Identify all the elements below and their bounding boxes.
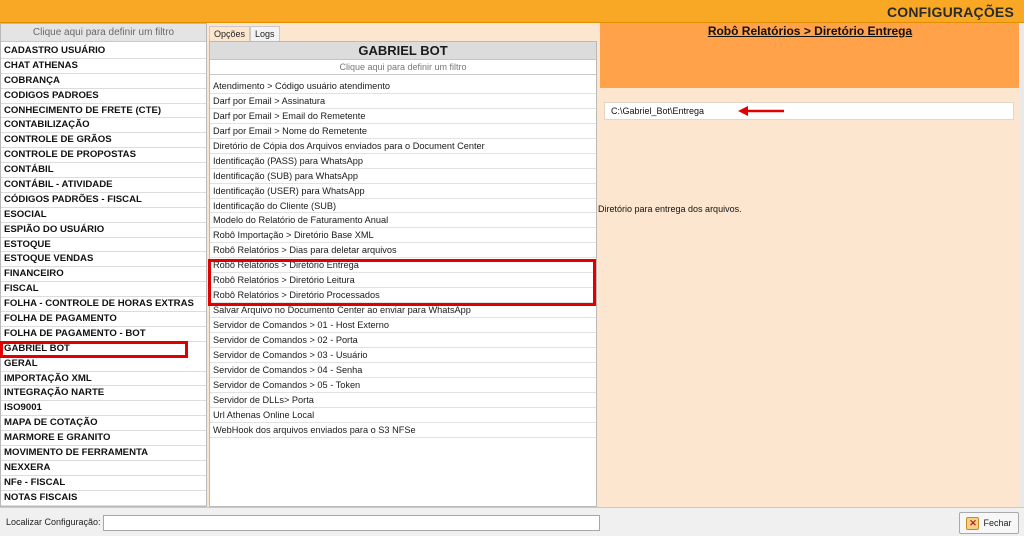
category-item[interactable]: MARMORE E GRANITO	[1, 431, 206, 447]
category-item[interactable]: CONTABILIZAÇÃO	[1, 118, 206, 134]
option-item[interactable]: Servidor de DLLs> Porta	[210, 393, 596, 408]
search-input[interactable]	[103, 515, 600, 531]
category-item[interactable]: COBRANÇA	[1, 74, 206, 89]
category-panel: Clique aqui para definir um filtro CADAS…	[0, 23, 207, 507]
option-item[interactable]: Identificação (SUB) para WhatsApp	[210, 169, 596, 184]
options-header: GABRIEL BOT	[210, 42, 596, 60]
option-item[interactable]: Robô Relatórios > Diretório Processados	[210, 288, 596, 304]
category-item[interactable]: ESPIÃO DO USUÁRIO	[1, 223, 206, 238]
category-item[interactable]: FOLHA DE PAGAMENTO	[1, 312, 206, 327]
category-item[interactable]: CHAT ATHENAS	[1, 59, 206, 74]
option-item[interactable]: Modelo do Relatório de Faturamento Anual	[210, 213, 596, 229]
tab-logs[interactable]: Logs	[250, 26, 280, 42]
title-bar: CONFIGURAÇÕES	[0, 0, 1024, 23]
category-item[interactable]: IMPORTAÇÃO XML	[1, 372, 206, 387]
option-item[interactable]: Identificação (PASS) para WhatsApp	[210, 154, 596, 169]
option-item[interactable]: Servidor de Comandos > 03 - Usuário	[210, 348, 596, 363]
search-label: Localizar Configuração:	[6, 517, 101, 527]
category-item[interactable]: ESTOQUE	[1, 238, 206, 253]
category-item[interactable]: CADASTRO USUÁRIO	[1, 44, 206, 59]
tab-bar: Opções Logs	[209, 24, 280, 42]
option-item[interactable]: Robô Relatórios > Diretório Entrega	[210, 258, 596, 274]
option-item[interactable]: Atendimento > Código usuário atendimento	[210, 79, 596, 94]
red-arrow-left-icon	[738, 106, 784, 116]
scrollbar[interactable]	[1019, 23, 1024, 507]
category-item[interactable]: ESTOQUE VENDAS	[1, 252, 206, 268]
category-item[interactable]: ISO9001	[1, 401, 206, 417]
option-item[interactable]: Darf por Email > Assinatura	[210, 94, 596, 109]
category-item[interactable]: NEXXERA	[1, 461, 206, 476]
category-item[interactable]: FISCAL	[1, 282, 206, 298]
detail-header: Robô Relatórios > Diretório Entrega	[600, 23, 1020, 88]
category-item[interactable]: MAPA DE COTAÇÃO	[1, 416, 206, 432]
option-item[interactable]: Servidor de Comandos > 01 - Host Externo	[210, 318, 596, 333]
close-button[interactable]: ✕ Fechar	[959, 512, 1019, 534]
option-item[interactable]: Servidor de Comandos > 05 - Token	[210, 378, 596, 393]
category-item[interactable]: CONTROLE DE GRÃOS	[1, 133, 206, 149]
category-item[interactable]: MOVIMENTO DE FERRAMENTA	[1, 446, 206, 461]
category-filter[interactable]: Clique aqui para definir um filtro	[1, 24, 206, 42]
category-item[interactable]: FOLHA DE PAGAMENTO - BOT	[1, 327, 206, 342]
description-text: Diretório para entrega dos arquivos.	[598, 204, 742, 214]
tab-opcoes[interactable]: Opções	[209, 26, 251, 41]
options-panel: GABRIEL BOT Clique aqui para definir um …	[209, 41, 597, 507]
category-item[interactable]: NOTAS FISCAIS	[1, 491, 206, 506]
category-item[interactable]: CONHECIMENTO DE FRETE (CTE)	[1, 104, 206, 119]
close-icon: ✕	[966, 516, 980, 530]
options-list: Atendimento > Código usuário atendimento…	[210, 79, 596, 438]
option-item[interactable]: Identificação (USER) para WhatsApp	[210, 184, 596, 199]
option-item[interactable]: Diretório de Cópia dos Arquivos enviados…	[210, 139, 596, 154]
option-item[interactable]: Salvar Arquivo no Documento Center ao en…	[210, 303, 596, 318]
window-title: CONFIGURAÇÕES	[886, 4, 1014, 20]
option-item[interactable]: Robô Relatórios > Diretório Leitura	[210, 273, 596, 289]
options-filter[interactable]: Clique aqui para definir um filtro	[210, 60, 596, 75]
option-item[interactable]: Darf por Email > Nome do Remetente	[210, 124, 596, 139]
config-window: CONFIGURAÇÕES Clique aqui para definir u…	[0, 0, 1024, 536]
category-item[interactable]: GABRIEL BOT	[0, 340, 188, 358]
category-item[interactable]: CONTÁBIL - ATIVIDADE	[1, 178, 206, 193]
option-item[interactable]: Darf por Email > Email do Remetente	[210, 109, 596, 124]
option-item[interactable]: Url Athenas Online Local	[210, 408, 596, 423]
category-list: CADASTRO USUÁRIO CHAT ATHENAS COBRANÇA CODI…	[0, 44, 206, 506]
bottom-bar: Localizar Configuração: ✕ Fechar	[0, 507, 1024, 536]
category-item[interactable]: CONTÁBIL	[1, 163, 206, 179]
category-item[interactable]: CONTROLE DE PROPOSTAS	[1, 148, 206, 164]
category-item[interactable]: CODIGOS PADROES	[1, 89, 206, 104]
option-item[interactable]: Robô Relatórios > Dias para deletar arqu…	[210, 243, 596, 259]
category-item[interactable]: FOLHA - CONTROLE DE HORAS EXTRAS	[1, 297, 206, 313]
option-item[interactable]: Servidor de Comandos > 02 - Porta	[210, 333, 596, 348]
category-item[interactable]: INTEGRAÇÃO NARTE	[1, 386, 206, 402]
category-item[interactable]: ESOCIAL	[1, 208, 206, 223]
option-item[interactable]: Identificação do Cliente (SUB)	[210, 199, 596, 214]
option-item[interactable]: WebHook dos arquivos enviados para o S3 …	[210, 423, 596, 438]
category-item[interactable]: GERAL	[1, 357, 206, 372]
detail-title: Robô Relatórios > Diretório Entrega	[707, 24, 913, 38]
category-item[interactable]: CÓDIGOS PADRÕES - FISCAL	[1, 193, 206, 208]
close-button-label: Fechar	[983, 518, 1012, 528]
value-field[interactable]: C:\Gabriel_Bot\Entrega	[604, 102, 1014, 120]
detail-body: C:\Gabriel_Bot\Entrega	[600, 88, 1020, 507]
option-item[interactable]: Servidor de Comandos > 04 - Senha	[210, 363, 596, 378]
category-item[interactable]: NFe - FISCAL	[1, 476, 206, 491]
option-item[interactable]: Robô Importação > Diretório Base XML	[210, 228, 596, 244]
category-item[interactable]: FINANCEIRO	[1, 267, 206, 283]
